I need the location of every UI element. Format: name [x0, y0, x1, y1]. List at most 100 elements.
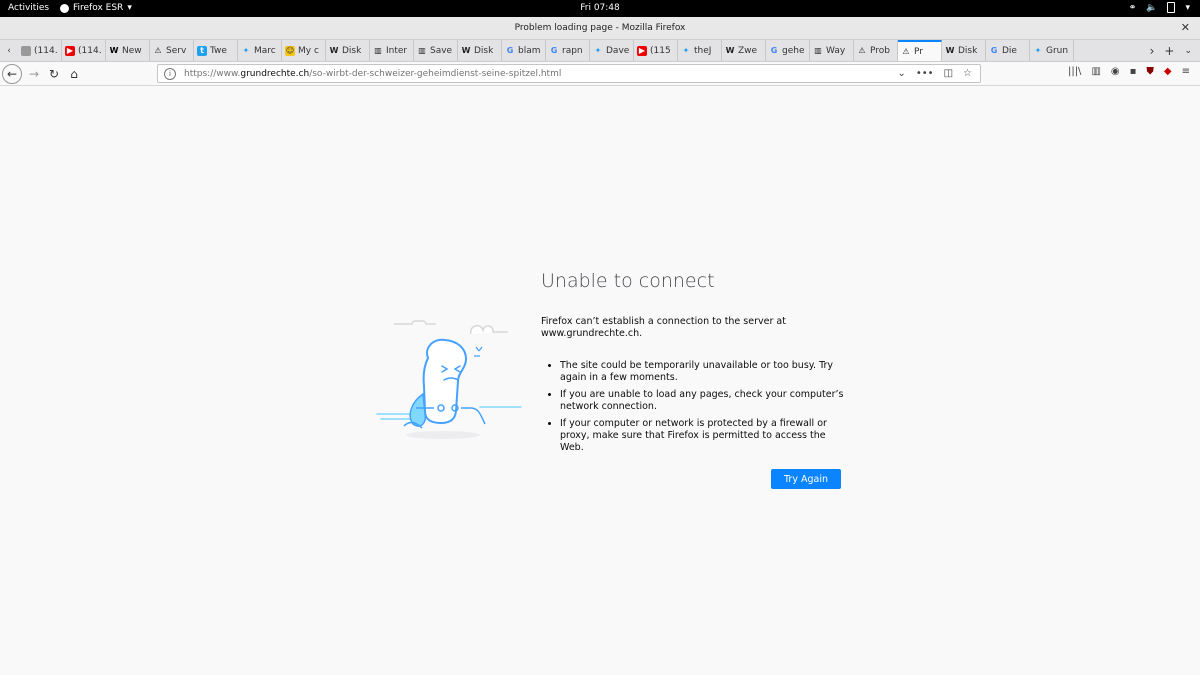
tab-label: theJ	[694, 45, 712, 56]
tab[interactable]: ▶ (115	[634, 40, 678, 61]
tab[interactable]: W Disk	[458, 40, 502, 61]
google-icon: G	[506, 46, 514, 55]
battery-icon	[1167, 2, 1176, 13]
google-icon: G	[990, 46, 998, 55]
dropdown-history-icon[interactable]: ⌄	[897, 68, 905, 79]
google-icon: G	[770, 46, 778, 55]
tab-label: New	[122, 45, 142, 56]
new-tab-icon[interactable]: +	[1164, 44, 1174, 58]
tab[interactable]: ⚠ Serv	[150, 40, 194, 61]
tab[interactable]: ✦ Dave	[590, 40, 634, 61]
twitter-icon: ✦	[594, 46, 602, 55]
tab[interactable]: ✦ Grun	[1030, 40, 1074, 61]
list-item: If you are unable to load any pages, che…	[560, 389, 846, 413]
tab[interactable]: ▥ Way	[810, 40, 854, 61]
tab[interactable]: ✦ Marc	[238, 40, 282, 61]
scroll-tabs-left-icon[interactable]: ‹	[0, 40, 18, 61]
url-bar[interactable]: i https://www.grundrechte.ch/so-wirbt-de…	[157, 64, 981, 83]
volume-icon: 🔈	[1146, 2, 1158, 13]
emoji-icon: ☺	[285, 45, 295, 56]
tab-label: Marc	[254, 45, 276, 56]
extension-icon[interactable]: ▪	[1130, 66, 1137, 77]
tab-label: gehe	[782, 45, 805, 56]
twitter-icon: ✦	[1034, 46, 1042, 55]
tab[interactable]: ▥ Save	[414, 40, 458, 61]
url-text[interactable]: https://www.grundrechte.ch/so-wirbt-der-…	[184, 69, 897, 79]
tweetdeck-icon: t	[197, 45, 207, 56]
tab-label: rapn	[562, 45, 583, 56]
network-error-illustration-icon	[376, 320, 522, 439]
back-arrow-icon[interactable]: ←	[2, 64, 22, 84]
tab-label: Zwe	[738, 45, 758, 56]
tab-label: Die	[1002, 45, 1017, 56]
library-icon[interactable]: |||\	[1068, 66, 1081, 77]
wikipedia-icon: W	[461, 46, 471, 55]
navigation-toolbar: ← → ↻ ⌂ i https://www.grundrechte.ch/so-…	[0, 62, 1200, 86]
tab-list-menu-icon[interactable]: ⌄	[1184, 46, 1192, 56]
tab-label: My c	[298, 45, 319, 56]
scroll-tabs-right-icon[interactable]: ›	[1150, 44, 1155, 58]
hamburger-menu-icon[interactable]: ≡	[1182, 66, 1190, 77]
error-intro: Firefox can’t establish a connection to …	[541, 316, 786, 339]
tab-label: Save	[430, 45, 453, 56]
tab-label: Disk	[958, 45, 978, 56]
window-titlebar: Problem loading page - Mozilla Firefox ✕	[0, 17, 1200, 40]
close-window-icon[interactable]: ✕	[1181, 17, 1190, 39]
tab[interactable]: ☺ My c	[282, 40, 326, 61]
tab[interactable]: W New	[106, 40, 150, 61]
warning-icon: ⚠	[154, 46, 162, 55]
site-info-icon[interactable]: i	[164, 67, 176, 80]
list-item: The site could be temporarily unavailabl…	[560, 360, 846, 384]
tab[interactable]: ▥ Inter	[370, 40, 414, 61]
tab[interactable]: Grapn	[546, 40, 590, 61]
archive-icon: ▥	[814, 46, 822, 55]
url-path: /so-wirbt-der-schweizer-geheimdienst-sei…	[309, 68, 562, 79]
clock[interactable]: Fri 07:48	[0, 3, 1200, 13]
bookmark-star-icon[interactable]: ☆	[963, 68, 972, 79]
tab[interactable]: Ggehe	[766, 40, 810, 61]
home-icon[interactable]: ⌂	[64, 64, 84, 84]
archive-icon: ▥	[418, 46, 426, 55]
error-title: Unable to connect	[541, 270, 715, 292]
tab-label: blam	[518, 45, 541, 56]
wikipedia-icon: W	[329, 46, 339, 55]
tab-label: (114…	[78, 45, 102, 56]
notification-icon[interactable]: ◆	[1164, 66, 1172, 77]
list-item: If your computer or network is protected…	[560, 418, 846, 454]
page-actions-icon[interactable]: •••	[916, 68, 934, 79]
tab[interactable]: (114…	[18, 40, 62, 61]
error-message-panel: Unable to connect Firefox can’t establis…	[541, 270, 846, 459]
tab-label: Twe	[210, 45, 227, 56]
tab[interactable]: ✦ theJ	[678, 40, 722, 61]
network-icon: ⚭	[1128, 2, 1137, 13]
sidebar-icon[interactable]: ▥	[1091, 66, 1100, 77]
tab[interactable]: W Disk	[942, 40, 986, 61]
try-again-button[interactable]: Try Again	[771, 469, 841, 489]
url-prefix: https://www.	[184, 68, 241, 79]
tab[interactable]: Gblam	[502, 40, 546, 61]
gnome-top-bar: Activities Firefox ESR ▾ Fri 07:48 ⚭ 🔈 ▾	[0, 0, 1200, 17]
chevron-down-icon: ▾	[1185, 2, 1190, 13]
ublock-icon[interactable]: ⛊	[1146, 66, 1154, 77]
account-icon[interactable]: ◉	[1111, 66, 1120, 77]
tab-active[interactable]: ⚠ Pr	[898, 40, 942, 61]
wix-icon: W	[109, 46, 119, 55]
error-suggestions-list: The site could be temporarily unavailabl…	[541, 360, 846, 454]
tab[interactable]: W Disk	[326, 40, 370, 61]
tab-label: (115	[650, 45, 671, 56]
google-icon: G	[550, 46, 558, 55]
tab-label: Dave	[606, 45, 630, 56]
youtube-icon: ▶	[65, 45, 75, 56]
tab[interactable]: G Die	[986, 40, 1030, 61]
reload-icon[interactable]: ↻	[44, 64, 64, 84]
generic-page-icon	[21, 45, 31, 56]
pocket-icon[interactable]: ◫	[944, 68, 953, 79]
tab[interactable]: W Zwe	[722, 40, 766, 61]
forward-arrow-icon[interactable]: →	[24, 64, 44, 84]
tab[interactable]: ▶(114…	[62, 40, 106, 61]
system-tray[interactable]: ⚭ 🔈 ▾	[1129, 2, 1190, 13]
tab-label: Serv	[166, 45, 187, 56]
tab[interactable]: ⚠ Prob	[854, 40, 898, 61]
tab[interactable]: t Twe	[194, 40, 238, 61]
tab-label: (114…	[34, 45, 58, 56]
